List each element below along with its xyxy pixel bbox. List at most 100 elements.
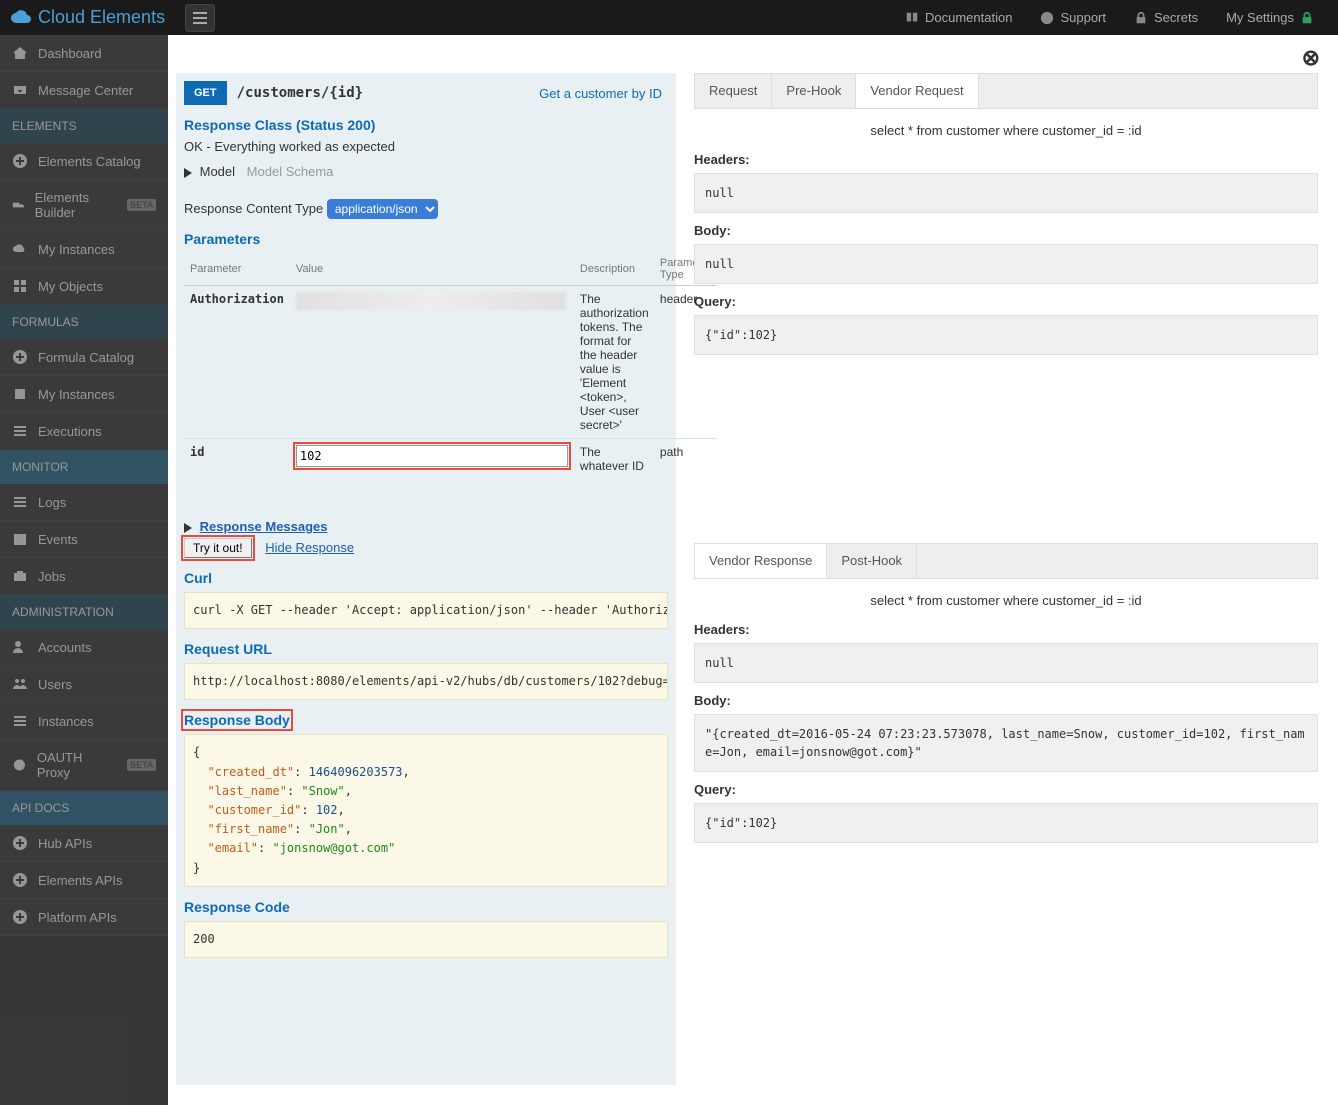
tab-vendor-request[interactable]: Vendor Request [856,74,978,108]
sidebar: Dashboard Message Center ELEMENTS Elemen… [0,35,168,1105]
plus-circle-icon [12,349,28,365]
sidebar-item-elements-catalog[interactable]: Elements Catalog [0,143,168,180]
sidebar-label: My Objects [38,279,103,294]
sidebar-item-my-instances[interactable]: My Instances [0,231,168,268]
info-icon [1040,11,1054,25]
topnav-secrets[interactable]: Secrets [1120,0,1212,35]
sidebar-section-administration: ADMINISTRATION [0,595,168,629]
topnav-mysettings-label: My Settings [1226,10,1294,25]
topnav-support-label: Support [1060,10,1106,25]
model-schema-tab[interactable]: Model Schema [247,164,334,179]
sidebar-item-jobs[interactable]: Jobs [0,558,168,595]
topnav-documentation[interactable]: Documentation [891,0,1026,35]
response-messages-link[interactable]: Response Messages [200,519,328,534]
content-type-select[interactable]: application/json [327,199,438,219]
hamburger-icon[interactable] [185,4,215,32]
sidebar-label: Jobs [38,569,65,584]
operation-header[interactable]: GET /customers/{id} Get a customer by ID [184,81,668,105]
plus-circle-icon [12,153,28,169]
try-it-out-button[interactable]: Try it out! [184,538,252,558]
request-url-heading: Request URL [184,641,668,657]
api-try-panel: GET /customers/{id} Get a customer by ID… [176,73,676,1085]
body-box: "{created_dt=2016-05-24 07:23:23.573078,… [694,714,1318,772]
sidebar-label: Logs [38,495,66,510]
th-parameter: Parameter [184,253,290,286]
tab-posthook[interactable]: Post-Hook [827,544,917,578]
close-icon[interactable]: ⊗ [1302,45,1320,71]
operation-path: /customers/{id} [227,85,540,101]
sidebar-item-accounts[interactable]: Accounts [0,629,168,666]
brand-text: Cloud Elements [38,7,165,28]
calendar-icon [12,531,28,547]
sidebar-label: OAUTH Proxy [37,750,113,780]
sidebar-label: Elements APIs [38,873,123,888]
puzzle-icon [12,386,28,402]
sidebar-item-formula-catalog[interactable]: Formula Catalog [0,339,168,376]
param-name: Authorization [184,286,290,439]
topnav-mysettings[interactable]: My Settings [1212,0,1328,35]
sidebar-label: Platform APIs [38,910,117,925]
curl-heading: Curl [184,570,668,586]
sidebar-label: Formula Catalog [38,350,134,365]
lock-icon [1134,11,1148,25]
home-icon [12,45,28,61]
tab-prehook[interactable]: Pre-Hook [772,74,856,108]
sidebar-label: My Instances [38,242,115,257]
sidebar-item-oauth-proxy[interactable]: OAUTH Proxy BETA [0,740,168,791]
content-type-label: Response Content Type [184,201,323,216]
parameters-table: Parameter Value Description Parameter Ty… [184,253,717,479]
hide-response-link[interactable]: Hide Response [265,540,354,555]
th-value: Value [290,253,574,286]
plus-circle-icon [12,835,28,851]
response-code-heading: Response Code [184,899,668,915]
plus-circle-icon [12,909,28,925]
sidebar-label: Instances [38,714,94,729]
sidebar-item-platform-apis[interactable]: Platform APIs [0,899,168,936]
auth-token-blurred [296,292,566,310]
query-box: {"id":102} [694,315,1318,355]
debug-panel: Request Pre-Hook Vendor Request select *… [694,73,1318,1085]
curl-box: curl -X GET --header 'Accept: applicatio… [184,592,668,629]
response-code-box: 200 [184,921,668,958]
sidebar-label: Events [38,532,78,547]
param-row-authorization: Authorization The authorization tokens. … [184,286,717,439]
globe-icon [12,757,27,773]
id-input[interactable] [296,445,568,467]
lock-icon [1300,11,1314,25]
headers-box: null [694,173,1318,213]
headers-label: Headers: [694,622,1318,637]
sidebar-item-logs[interactable]: Logs [0,484,168,521]
sidebar-item-hub-apis[interactable]: Hub APIs [0,825,168,862]
sidebar-item-executions[interactable]: Executions [0,413,168,450]
tab-vendor-response[interactable]: Vendor Response [695,544,827,578]
headers-label: Headers: [694,152,1318,167]
sidebar-label: Accounts [38,640,91,655]
tab-request[interactable]: Request [695,74,772,108]
sidebar-item-elements-apis[interactable]: Elements APIs [0,862,168,899]
body-label: Body: [694,693,1318,708]
sidebar-section-monitor: MONITOR [0,450,168,484]
topnav-support[interactable]: Support [1026,0,1120,35]
sidebar-item-instances[interactable]: Instances [0,703,168,740]
sidebar-item-users[interactable]: Users [0,666,168,703]
brand-logo[interactable]: Cloud Elements [10,7,165,28]
query-label: Query: [694,294,1318,309]
sidebar-item-my-objects[interactable]: My Objects [0,268,168,305]
query-box: {"id":102} [694,803,1318,843]
grid-icon [12,278,28,294]
query-label: Query: [694,782,1318,797]
param-description: The whatever ID [574,439,654,480]
response-ok-text: OK - Everything worked as expected [184,139,668,154]
sidebar-item-elements-builder[interactable]: Elements Builder BETA [0,180,168,231]
method-badge: GET [184,81,227,105]
operation-summary: Get a customer by ID [539,86,668,101]
sidebar-item-formula-instances[interactable]: My Instances [0,376,168,413]
list-icon [12,713,28,729]
sidebar-item-message-center[interactable]: Message Center [0,72,168,109]
sidebar-item-dashboard[interactable]: Dashboard [0,35,168,72]
request-tabs: Request Pre-Hook Vendor Request [694,73,1318,109]
model-tab[interactable]: Model [200,164,235,179]
cloud-icon [10,9,32,27]
sidebar-item-events[interactable]: Events [0,521,168,558]
topnav-documentation-label: Documentation [925,10,1012,25]
